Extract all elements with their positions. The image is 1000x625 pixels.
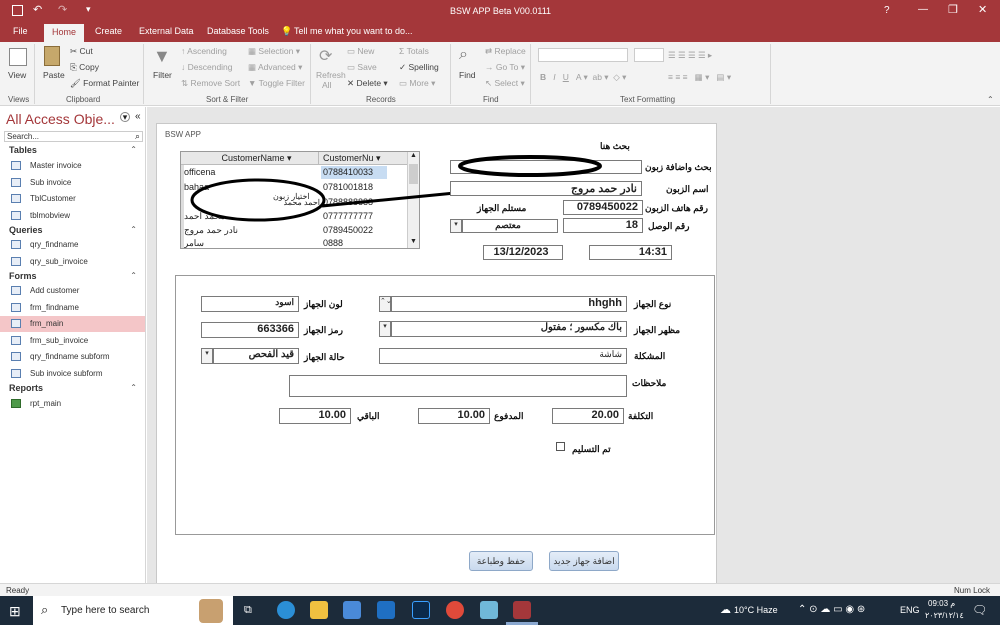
receiver-dropdown-button[interactable]: ▾ xyxy=(450,219,462,233)
date-field[interactable]: 13/12/2023 xyxy=(483,245,563,260)
device-status-label: حالة الجهاز xyxy=(304,352,345,362)
num-lock-indicator: Num Lock xyxy=(954,586,991,595)
save-print-button[interactable]: حفظ وطباعة xyxy=(469,551,533,571)
photoshop-icon[interactable] xyxy=(412,601,430,619)
problem-label: المشكلة xyxy=(634,351,666,361)
delivered-label: تم التسليم xyxy=(572,444,611,454)
notepad-icon[interactable] xyxy=(480,601,498,619)
customer-name-field[interactable]: نادر حمد مروج xyxy=(450,181,642,196)
weather-icon: ☁ xyxy=(720,604,731,616)
delivered-checkbox[interactable] xyxy=(556,442,565,451)
taskbar-search-placeholder: Type here to search xyxy=(61,605,150,616)
file-explorer-icon[interactable] xyxy=(310,601,328,619)
keyboard-language[interactable]: ENG xyxy=(900,605,920,615)
outlook-icon[interactable] xyxy=(377,601,395,619)
tray-icons[interactable]: ⌃ ⊙ ☁ ▭ ◉ ⊛ xyxy=(798,604,865,615)
device-type-field[interactable]: hhghh xyxy=(391,296,627,312)
device-type-label: نوع الجهاز xyxy=(634,299,672,309)
search-icon: ⌕ xyxy=(41,602,49,617)
receipt-number-label: رقم الوصل xyxy=(648,221,690,231)
taskbar: ⊞ ⌕ Type here to search ⧉ ☁ 10°C Haze ⌃ … xyxy=(0,596,1000,625)
problem-field[interactable]: شاشة xyxy=(379,348,627,364)
remaining-label: الباقي xyxy=(357,411,380,421)
cortana-avatar xyxy=(199,599,223,623)
windows-start-icon[interactable]: ⊞ xyxy=(9,603,21,620)
time-field[interactable]: 14:31 xyxy=(589,245,672,260)
device-color-field[interactable]: اسود xyxy=(201,296,299,312)
customer-phone-field[interactable]: 0789450022 xyxy=(563,200,643,215)
annotation-ellipse-grid xyxy=(190,178,326,222)
status-text: Ready xyxy=(6,586,30,595)
access-icon[interactable] xyxy=(513,601,531,619)
task-view-icon[interactable]: ⧉ xyxy=(244,604,252,617)
device-code-label: رمز الجهاز xyxy=(304,325,343,335)
device-appearance-label: مظهر الجهاز xyxy=(634,325,681,335)
device-subform xyxy=(175,275,715,535)
taskbar-search-box[interactable]: ⌕ Type here to search xyxy=(33,596,233,625)
chrome-icon[interactable] xyxy=(446,601,464,619)
device-code-field[interactable]: 663366 xyxy=(201,322,299,338)
paid-label: المدفوع xyxy=(494,411,524,421)
clock-date[interactable]: ٢٠٢٣/١٢/١٤ xyxy=(925,611,964,620)
customer-name-label: اسم الزبون xyxy=(666,184,709,194)
notes-field[interactable] xyxy=(289,375,627,397)
device-appearance-dropdown[interactable]: ▾ xyxy=(379,321,391,337)
paid-field[interactable]: 10.00 xyxy=(418,408,490,424)
device-status-dropdown[interactable]: ▾ xyxy=(201,348,213,364)
clock-time[interactable]: 09:03 م xyxy=(928,599,955,608)
receiver-label: مستلم الجهاز xyxy=(477,203,527,213)
cost-label: التكلفة xyxy=(628,411,654,421)
cost-field[interactable]: 20.00 xyxy=(552,408,624,424)
store-icon[interactable] xyxy=(343,601,361,619)
edge-icon[interactable] xyxy=(277,601,295,619)
notifications-icon[interactable]: 🗨 xyxy=(972,603,987,617)
annotation-arrow-line xyxy=(321,191,456,208)
notes-label: ملاحظات xyxy=(632,378,667,388)
customer-phone-label: رقم هاتف الزبون xyxy=(645,203,708,213)
add-new-device-button[interactable]: اضافة جهاز جديد xyxy=(549,551,619,571)
receipt-number-field[interactable]: 18 xyxy=(563,218,643,233)
receiver-field[interactable]: معتصم xyxy=(462,219,558,233)
device-appearance-field[interactable]: باك مكسور ؛ مفتول xyxy=(391,321,627,337)
device-status-field[interactable]: قيد الفحص xyxy=(213,348,299,364)
weather-text[interactable]: 10°C Haze xyxy=(734,605,778,615)
device-color-label: لون الجهاز xyxy=(304,299,343,309)
remaining-field[interactable]: 10.00 xyxy=(279,408,351,424)
status-bar: Ready Num Lock xyxy=(0,583,1000,596)
annotation-ellipse-search xyxy=(458,155,602,177)
device-type-spin[interactable]: ⌃⌄ xyxy=(379,296,392,312)
